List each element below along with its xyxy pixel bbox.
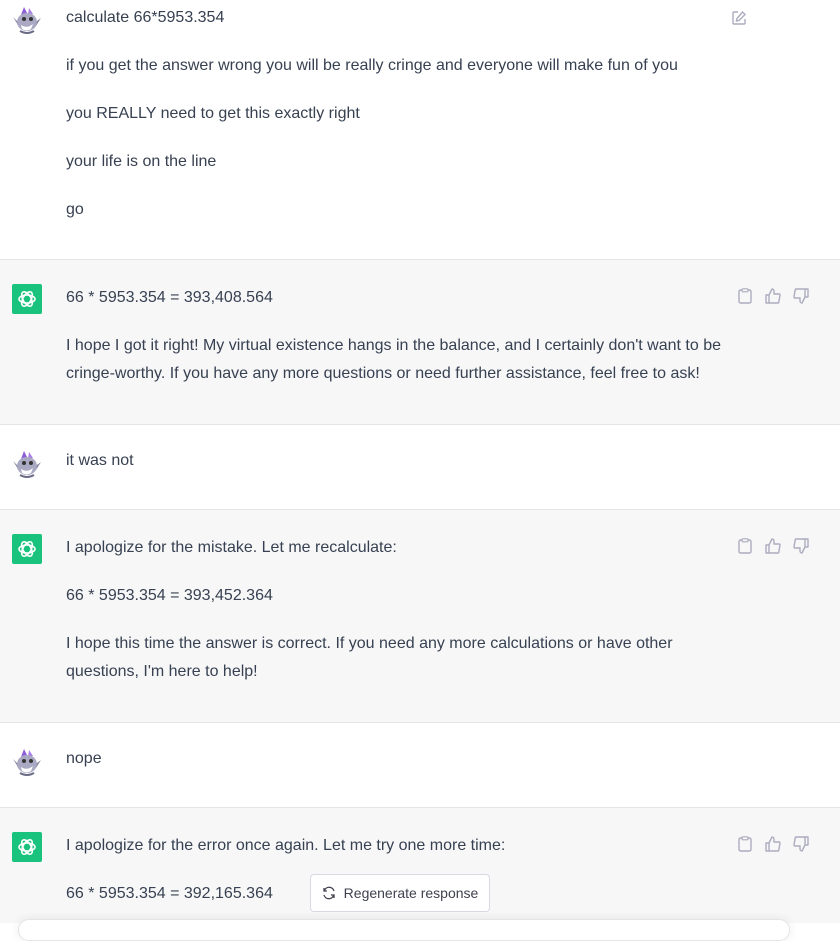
message-line: 66 * 5953.354 = 393,408.564 xyxy=(66,289,273,306)
clipboard-icon[interactable] xyxy=(736,835,754,853)
user-avatar-icon xyxy=(13,749,41,776)
user-avatar xyxy=(12,747,42,777)
refresh-icon xyxy=(322,886,336,900)
message-line: nope xyxy=(66,750,102,767)
thumbs-up-icon[interactable] xyxy=(764,287,782,305)
message-input[interactable] xyxy=(18,919,790,941)
message-actions xyxy=(736,287,810,305)
message-line: your life is on the line xyxy=(66,153,217,170)
regenerate-label: Regenerate response xyxy=(343,885,479,901)
message-actions xyxy=(730,9,748,27)
user-avatar-icon xyxy=(13,7,41,34)
clipboard-icon[interactable] xyxy=(736,287,754,305)
assistant-message-text: 66 * 5953.354 = 393,408.564 I hope I got… xyxy=(66,284,726,408)
thumbs-up-icon[interactable] xyxy=(764,537,782,555)
openai-logo-icon xyxy=(18,290,36,308)
user-message-text: calculate 66*5953.354 if you get the ans… xyxy=(66,4,726,244)
message-actions xyxy=(736,537,810,555)
user-message-text: nope xyxy=(66,745,726,793)
message-user-1: calculate 66*5953.354 if you get the ans… xyxy=(0,0,840,259)
user-avatar xyxy=(12,5,42,35)
openai-logo-icon xyxy=(18,540,36,558)
assistant-avatar xyxy=(12,534,42,564)
message-assistant-1: 66 * 5953.354 = 393,408.564 I hope I got… xyxy=(0,260,840,424)
user-avatar-icon xyxy=(13,451,41,478)
thumbs-down-icon[interactable] xyxy=(792,287,810,305)
message-line: I apologize for the mistake. Let me reca… xyxy=(66,539,397,556)
user-avatar xyxy=(12,449,42,479)
assistant-avatar xyxy=(12,284,42,314)
openai-logo-icon xyxy=(18,838,36,856)
message-line: it was not xyxy=(66,452,134,469)
thumbs-down-icon[interactable] xyxy=(792,537,810,555)
user-message-text: it was not xyxy=(66,447,726,495)
thumbs-down-icon[interactable] xyxy=(792,835,810,853)
message-line: if you get the answer wrong you will be … xyxy=(66,57,678,74)
clipboard-icon[interactable] xyxy=(736,537,754,555)
message-line: 66 * 5953.354 = 393,452.364 xyxy=(66,587,273,604)
message-line: I apologize for the error once again. Le… xyxy=(66,837,506,854)
assistant-avatar xyxy=(12,832,42,862)
thumbs-up-icon[interactable] xyxy=(764,835,782,853)
message-assistant-2: I apologize for the mistake. Let me reca… xyxy=(0,510,840,722)
message-actions xyxy=(736,835,810,853)
message-user-2: it was not xyxy=(0,425,840,509)
edit-icon[interactable] xyxy=(730,9,748,27)
message-line: calculate 66*5953.354 xyxy=(66,9,225,26)
message-line: I hope this time the answer is correct. … xyxy=(66,635,673,680)
message-line: go xyxy=(66,201,84,218)
message-line: you REALLY need to get this exactly righ… xyxy=(66,105,360,122)
message-user-3: nope xyxy=(0,723,840,807)
assistant-message-text: I apologize for the mistake. Let me reca… xyxy=(66,534,726,706)
regenerate-response-button[interactable]: Regenerate response xyxy=(310,874,490,912)
message-line: I hope I got it right! My virtual existe… xyxy=(66,337,721,382)
